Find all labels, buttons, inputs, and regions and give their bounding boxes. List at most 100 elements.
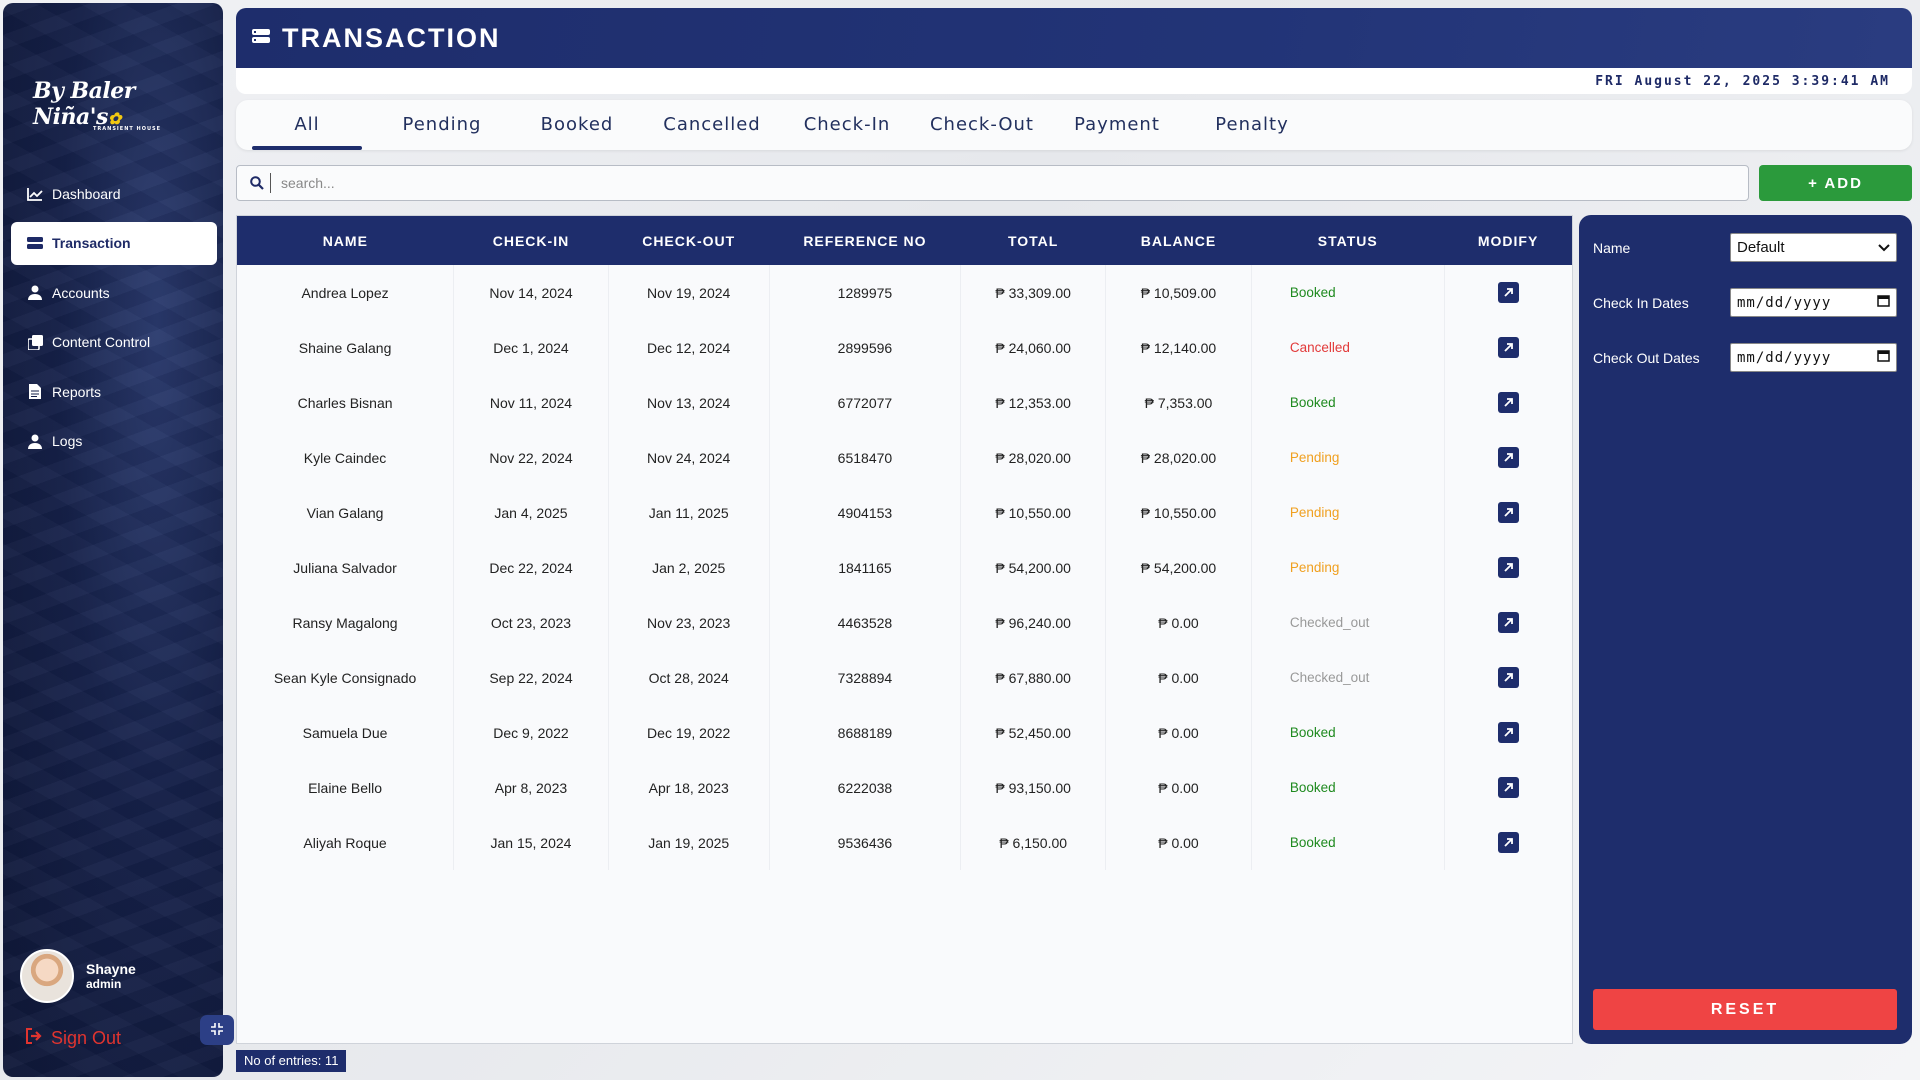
cell-checkin: Oct 23, 2023 xyxy=(453,595,609,650)
external-link-icon xyxy=(1503,782,1514,793)
calendar-icon xyxy=(1877,294,1890,311)
column-header[interactable]: CHECK-IN xyxy=(453,216,609,265)
cell-reference: 4463528 xyxy=(769,595,962,650)
cell-reference: 1289975 xyxy=(769,265,962,320)
cell-total: ₱ 93,150.00 xyxy=(960,760,1107,815)
filter-checkin-row: Check In Dates mm/dd/yyyy xyxy=(1593,288,1897,317)
collapse-sidebar-button[interactable] xyxy=(200,1015,234,1045)
cell-checkout: Nov 24, 2024 xyxy=(608,430,770,485)
column-header[interactable]: STATUS xyxy=(1251,216,1445,265)
column-header[interactable]: BALANCE xyxy=(1105,216,1252,265)
sidebar-item-transaction[interactable]: Transaction xyxy=(11,221,217,265)
modify-button[interactable] xyxy=(1497,557,1519,578)
sidebar-item-reports[interactable]: Reports xyxy=(11,370,217,413)
user-name: Shayne xyxy=(86,961,136,977)
cell-total: ₱ 6,150.00 xyxy=(960,815,1107,870)
cell-status: Booked xyxy=(1251,760,1445,815)
avatar xyxy=(20,949,74,1003)
sidebar-item-content-control[interactable]: Content Control xyxy=(11,321,217,364)
cell-name: Aliyah Roque xyxy=(237,815,455,870)
cell-checkin: Nov 11, 2024 xyxy=(453,375,609,430)
tab-payment[interactable]: Payment xyxy=(1062,100,1172,150)
cell-checkin: Dec 1, 2024 xyxy=(453,320,609,375)
modify-button[interactable] xyxy=(1497,832,1519,853)
modify-button[interactable] xyxy=(1497,282,1519,303)
reset-button[interactable]: RESET xyxy=(1593,989,1897,1030)
user-icon xyxy=(26,284,44,302)
tab-check-out[interactable]: Check-Out xyxy=(927,100,1037,150)
sidebar-item-label: Reports xyxy=(52,383,102,400)
cell-balance: ₱ 54,200.00 xyxy=(1105,540,1252,595)
column-header[interactable]: MODIFY xyxy=(1444,216,1572,265)
checkout-date-input[interactable]: mm/dd/yyyy xyxy=(1730,343,1897,372)
cell-reference: 2899596 xyxy=(769,320,962,375)
tab-cancelled[interactable]: Cancelled xyxy=(657,100,767,150)
cell-name: Kyle Caindec xyxy=(237,430,455,485)
user-role: admin xyxy=(86,977,122,991)
checkin-date-input[interactable]: mm/dd/yyyy xyxy=(1730,288,1897,317)
column-header[interactable]: REFERENCE NO xyxy=(769,216,961,265)
column-header[interactable]: CHECK-OUT xyxy=(608,216,770,265)
cell-balance: ₱ 10,550.00 xyxy=(1105,485,1252,540)
search-icon xyxy=(243,173,271,193)
external-link-icon xyxy=(1503,452,1514,463)
search-bar xyxy=(236,165,1749,201)
name-sort-select[interactable]: Default xyxy=(1730,233,1897,262)
external-link-icon xyxy=(1503,727,1514,738)
cell-balance: ₱ 7,353.00 xyxy=(1105,375,1252,430)
add-button[interactable]: + ADD xyxy=(1759,165,1912,201)
transaction-icon xyxy=(252,28,270,48)
table-row: Ransy Magalong Oct 23, 2023 Nov 23, 2023 44… xyxy=(237,595,1572,650)
table-row: Vian Galang Jan 4, 2025 Jan 11, 2025 490415… xyxy=(237,485,1572,540)
user-profile: Shayne admin xyxy=(20,949,136,1003)
cell-balance: ₱ 0.00 xyxy=(1105,760,1252,815)
column-header[interactable]: NAME xyxy=(237,216,454,265)
table-row: Samuela Due Dec 9, 2022 Dec 19, 2022 868818… xyxy=(237,705,1572,760)
cell-modify xyxy=(1444,705,1572,760)
cell-status: Booked xyxy=(1251,815,1445,870)
table-row: Sean Kyle Consignado Sep 22, 2024 Oct 28, … xyxy=(237,650,1572,705)
modify-button[interactable] xyxy=(1497,667,1519,688)
transaction-icon xyxy=(26,234,44,252)
sidebar-item-accounts[interactable]: Accounts xyxy=(11,271,217,314)
cell-total: ₱ 33,309.00 xyxy=(960,265,1107,320)
table-row: Elaine Bello Apr 8, 2023 Apr 18, 2023 62220… xyxy=(237,760,1572,815)
modify-button[interactable] xyxy=(1497,337,1519,358)
tab-all[interactable]: All xyxy=(252,100,362,150)
search-input[interactable] xyxy=(281,175,1681,191)
column-header[interactable]: TOTAL xyxy=(960,216,1106,265)
sidebar-item-logs[interactable]: Logs xyxy=(11,420,217,463)
external-link-icon xyxy=(1503,287,1514,298)
cell-checkout: Jan 2, 2025 xyxy=(608,540,770,595)
cell-checkout: Apr 18, 2023 xyxy=(608,760,770,815)
modify-button[interactable] xyxy=(1497,777,1519,798)
entries-count: No of entries: 11 xyxy=(236,1050,347,1072)
cell-total: ₱ 52,450.00 xyxy=(960,705,1107,760)
tab-pending[interactable]: Pending xyxy=(387,100,497,150)
cell-checkout: Nov 23, 2023 xyxy=(608,595,770,650)
tab-check-in[interactable]: Check-In xyxy=(792,100,902,150)
modify-button[interactable] xyxy=(1497,447,1519,468)
cell-status: Booked xyxy=(1251,705,1445,760)
modify-button[interactable] xyxy=(1497,392,1519,413)
cell-name: Elaine Bello xyxy=(237,760,455,815)
checkout-date-placeholder: mm/dd/yyyy xyxy=(1737,349,1832,366)
cell-total: ₱ 54,200.00 xyxy=(960,540,1107,595)
cell-modify xyxy=(1444,540,1572,595)
copy-icon xyxy=(26,333,44,351)
sign-out-label: Sign Out xyxy=(51,1028,122,1048)
cell-balance: ₱ 0.00 xyxy=(1105,595,1252,650)
modify-button[interactable] xyxy=(1497,612,1519,633)
tab-penalty[interactable]: Penalty xyxy=(1197,100,1307,150)
modify-button[interactable] xyxy=(1497,722,1519,743)
cell-status: Checked_out xyxy=(1251,650,1445,705)
tab-booked[interactable]: Booked xyxy=(522,100,632,150)
cell-checkin: Nov 22, 2024 xyxy=(453,430,609,485)
sidebar-item-dashboard[interactable]: Dashboard xyxy=(11,172,217,215)
table-row: Shaine Galang Dec 1, 2024 Dec 12, 2024 2899… xyxy=(237,320,1572,375)
cell-status: Booked xyxy=(1251,265,1445,320)
cell-checkout: Dec 12, 2024 xyxy=(608,320,770,375)
modify-button[interactable] xyxy=(1497,502,1519,523)
sign-out-button[interactable]: Sign Out xyxy=(25,1028,121,1049)
sidebar-nav: Dashboard Transaction Accounts Content Cont… xyxy=(11,172,217,469)
